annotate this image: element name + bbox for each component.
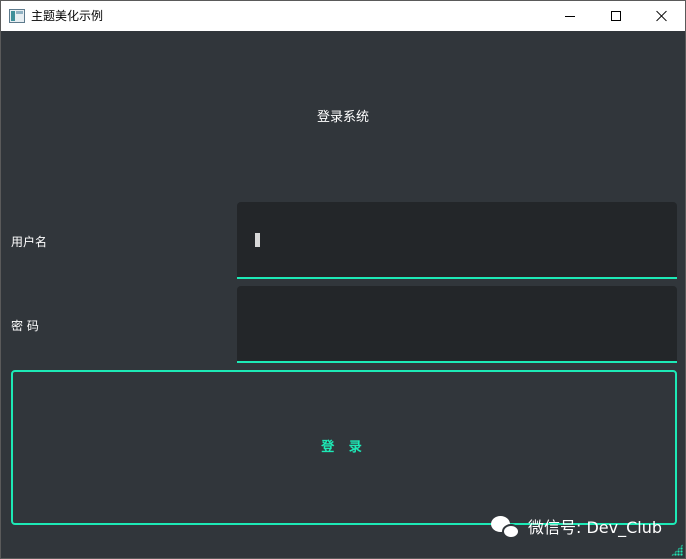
wechat-icon xyxy=(491,516,523,540)
watermark: 微信号: Dev_Club xyxy=(491,516,662,540)
username-input[interactable] xyxy=(237,202,677,279)
password-input[interactable] xyxy=(237,286,677,363)
app-icon xyxy=(9,9,25,23)
minimize-button[interactable] xyxy=(547,1,593,31)
close-button[interactable] xyxy=(639,1,685,31)
login-button-label: 登 录 xyxy=(321,439,367,455)
login-button[interactable]: 登 录 xyxy=(11,370,677,525)
maximize-button[interactable] xyxy=(593,1,639,31)
login-panel: 登录系统 用户名 密 码 登 录 微信号: Dev_Club xyxy=(1,31,685,558)
title-bar[interactable]: 主题美化示例 xyxy=(1,1,685,31)
close-icon xyxy=(656,10,668,22)
minimize-icon xyxy=(565,15,575,17)
window-title: 主题美化示例 xyxy=(31,9,104,23)
username-label: 用户名 xyxy=(11,235,48,249)
text-cursor xyxy=(255,233,260,247)
password-label: 密 码 xyxy=(11,319,39,333)
app-window: 主题美化示例 登录系统 用户名 密 码 登 录 微信号: Dev_Club xyxy=(0,0,686,559)
resize-grip-icon[interactable] xyxy=(671,544,683,556)
maximize-icon xyxy=(611,11,621,21)
watermark-text: 微信号: Dev_Club xyxy=(528,518,663,537)
page-title: 登录系统 xyxy=(316,110,369,125)
